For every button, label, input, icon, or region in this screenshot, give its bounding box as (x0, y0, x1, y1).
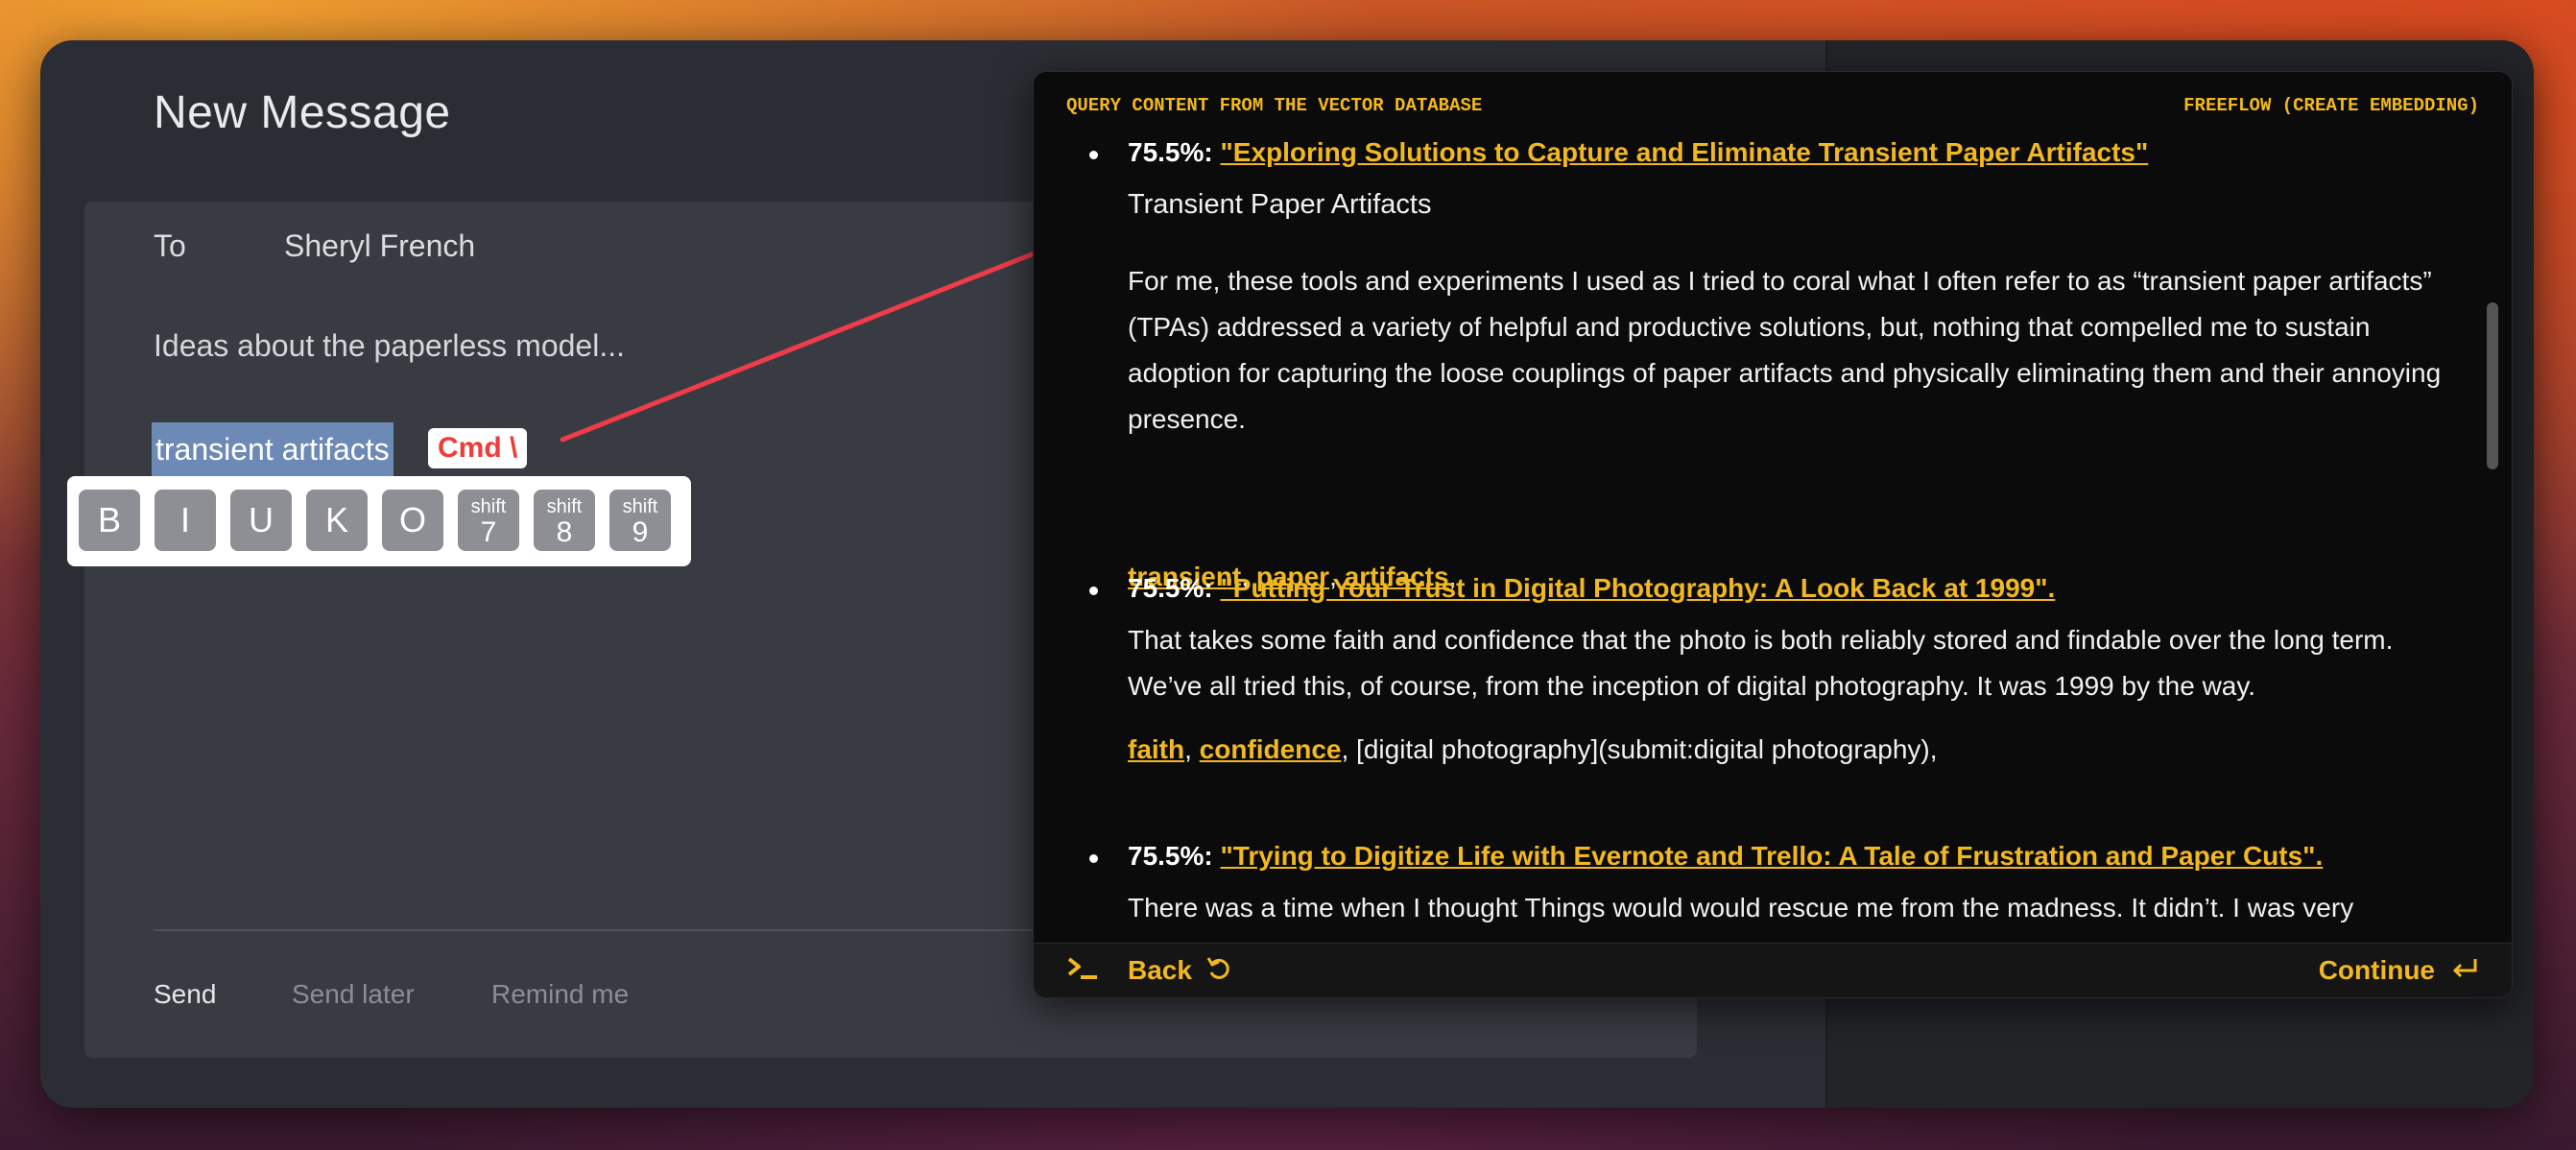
tag-link[interactable]: confidence (1200, 734, 1342, 764)
result-score: 75.5%: (1128, 573, 1213, 603)
key-label: 7 (480, 516, 497, 548)
result-score: 75.5%: (1128, 137, 1213, 167)
vector-query-panel: QUERY CONTENT FROM THE VECTOR DATABASE F… (1033, 71, 2513, 998)
tags-tail: , [digital photography](submit:digital p… (1341, 734, 1938, 764)
panel-header-right: FREEFLOW (CREATE EMBEDDING) (2183, 95, 2479, 116)
bold-button[interactable]: B (79, 490, 140, 551)
to-label: To (154, 228, 186, 263)
scrollbar[interactable] (2487, 302, 2498, 469)
panel-footer: Back Continue (1034, 943, 2512, 997)
result-link[interactable]: "Trying to Digitize Life with Evernote a… (1221, 841, 2324, 871)
to-field[interactable]: Sheryl French (284, 228, 475, 264)
result-subtitle: Transient Paper Artifacts (1128, 189, 1432, 220)
shift-label: shift (546, 496, 583, 517)
shift-9-button[interactable]: shift 9 (609, 490, 671, 551)
result-tags: faith, confidence, [digital photography]… (1128, 734, 1938, 764)
bullet (1089, 854, 1098, 863)
result-header: 75.5%: "Exploring Solutions to Capture a… (1128, 137, 2148, 168)
result-body: For me, these tools and experiments I us… (1128, 266, 2442, 434)
result-score: 75.5%: (1128, 841, 1213, 871)
bullet (1089, 151, 1098, 159)
subject-field[interactable]: Ideas about the paperless model... (154, 328, 625, 364)
send-later-button[interactable]: Send later (292, 979, 415, 1010)
shift-label: shift (470, 496, 507, 517)
italic-button[interactable]: I (155, 490, 216, 551)
result-link[interactable]: "Putting Your Trust in Digital Photograp… (1221, 573, 2056, 603)
undo-icon[interactable] (1206, 955, 1231, 989)
key-label: 8 (556, 516, 573, 548)
bullet (1089, 587, 1098, 595)
send-button[interactable]: Send (154, 979, 216, 1010)
shift-label: shift (622, 496, 658, 517)
panel-header-left: QUERY CONTENT FROM THE VECTOR DATABASE (1066, 95, 1483, 116)
remind-me-button[interactable]: Remind me (491, 979, 629, 1010)
strike-button[interactable]: O (382, 490, 443, 551)
back-button[interactable]: Back (1128, 955, 1192, 986)
shortcut-badge: Cmd \ (428, 428, 528, 468)
page-title: New Message (154, 87, 451, 138)
format-toolbar: B I U K O shift 7 shift 8 shift 9 (67, 476, 691, 566)
terminal-icon (1066, 955, 1099, 989)
link-button[interactable]: K (306, 490, 368, 551)
selected-text[interactable]: transient artifacts (152, 422, 394, 476)
tag-link[interactable]: faith (1128, 734, 1184, 764)
result-header: 75.5%: "Putting Your Trust in Digital Ph… (1128, 573, 2055, 604)
result-body: There was a time when I thought Things w… (1128, 893, 2354, 922)
continue-button[interactable]: Continue (2319, 955, 2435, 986)
result-link[interactable]: "Exploring Solutions to Capture and Elim… (1221, 137, 2149, 167)
underline-button[interactable]: U (230, 490, 292, 551)
key-label: 9 (632, 516, 649, 548)
result-body: That takes some faith and confidence tha… (1128, 625, 2394, 701)
enter-icon (2450, 955, 2479, 989)
result-header: 75.5%: "Trying to Digitize Life with Eve… (1128, 841, 2323, 872)
shift-7-button[interactable]: shift 7 (458, 490, 519, 551)
shift-8-button[interactable]: shift 8 (534, 490, 595, 551)
results-list: 75.5%: "Exploring Solutions to Capture a… (1034, 130, 2473, 951)
